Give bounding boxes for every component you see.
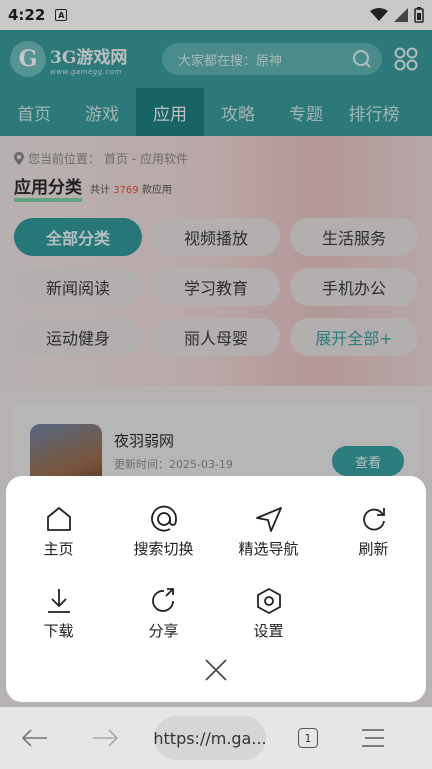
forward-button[interactable] [70,707,140,769]
battery-icon [414,7,424,23]
browser-menu-sheet: 主页 搜索切换 精选导航 刷新 下载 分享 设置 [6,476,426,702]
menu-download[interactable]: 下载 [6,586,111,652]
home-icon [46,507,71,531]
menu-settings[interactable]: 设置 [216,586,321,652]
address-bar[interactable]: https://m.ga... [153,716,267,760]
arrow-left-icon [21,729,47,747]
share-icon [151,588,174,612]
menu-refresh-label: 刷新 [358,540,389,558]
menu-home-label: 主页 [43,540,74,558]
signal-icon [394,8,408,22]
close-icon[interactable] [202,656,230,684]
menu-refresh[interactable]: 刷新 [321,504,426,570]
browser-toolbar: https://m.ga... 1 [0,707,432,769]
hamburger-menu-icon [362,729,384,747]
menu-download-label: 下载 [43,622,74,640]
status-time: 4:22 [8,6,46,24]
at-icon [150,505,177,532]
settings-icon [256,588,281,614]
menu-share-label: 分享 [148,622,179,640]
navigation-icon [255,507,282,532]
arrow-right-icon [93,729,119,747]
tab-count-icon: 1 [298,728,318,748]
download-icon [47,589,70,613]
menu-search-switch[interactable]: 搜索切换 [111,504,216,570]
menu-share[interactable]: 分享 [111,586,216,652]
status-bar: 4:22 A [0,0,432,30]
menu-settings-label: 设置 [253,622,284,640]
back-button[interactable] [0,707,70,769]
menu-featured-nav[interactable]: 精选导航 [216,504,321,570]
status-icons [370,7,424,23]
menu-featured-nav-label: 精选导航 [238,540,299,558]
wifi-icon [370,8,388,21]
tabs-button[interactable]: 1 [278,707,338,769]
menu-button[interactable] [338,707,408,769]
menu-search-switch-label: 搜索切换 [133,540,194,558]
refresh-icon [362,508,385,531]
notification-icon: A [55,9,68,21]
menu-home[interactable]: 主页 [6,504,111,570]
menu-grid: 主页 搜索切换 精选导航 刷新 下载 分享 设置 [6,504,426,652]
